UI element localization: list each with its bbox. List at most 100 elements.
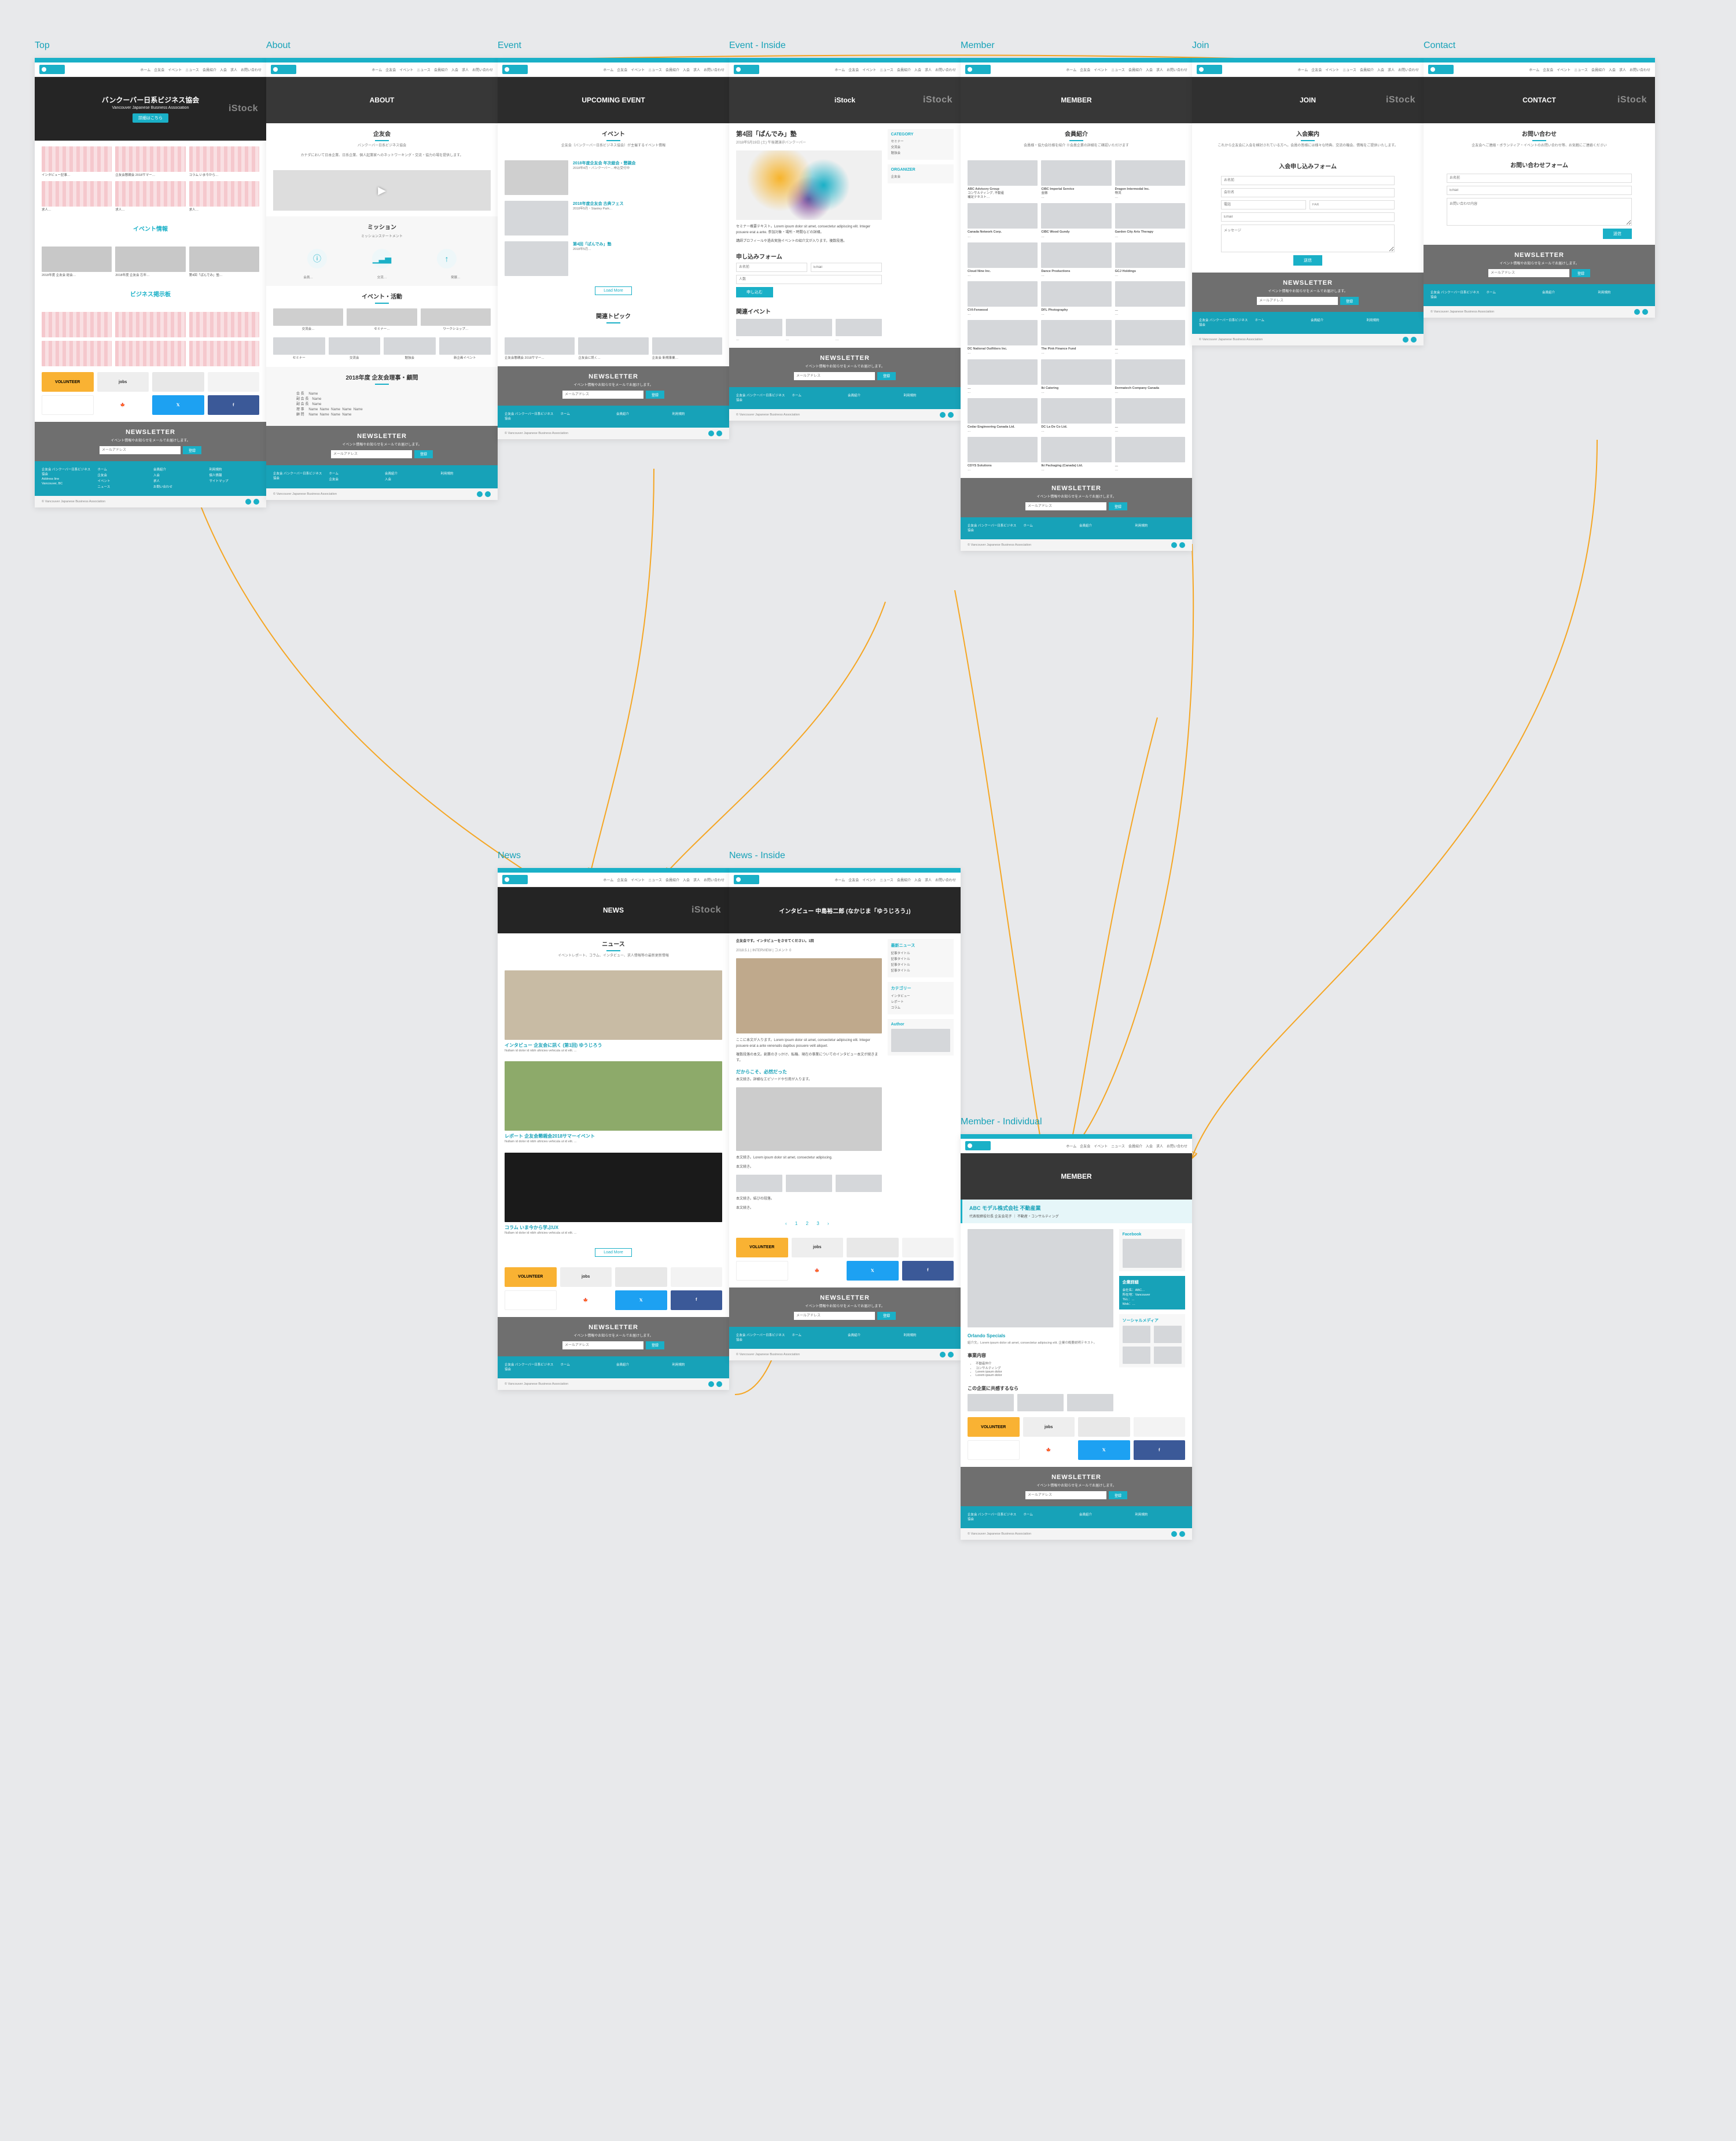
join-form: 入会申し込みフォーム 送信 — [1192, 154, 1424, 273]
load-more-button[interactable]: Load More — [505, 282, 722, 300]
event-card[interactable]: 2018年度 企友会 総会… — [42, 247, 112, 278]
label-top: Top — [35, 41, 50, 51]
join-message-input[interactable] — [1221, 225, 1395, 252]
event-title: 第4回「ぱんでみ」塾 — [736, 129, 882, 138]
join-company-input[interactable] — [1221, 188, 1395, 197]
contact-form: お問い合わせフォーム 送信 — [1424, 154, 1655, 245]
apply-submit-button[interactable]: 申し込む — [736, 287, 773, 297]
apply-email-input[interactable] — [811, 263, 882, 272]
contact-name-input[interactable] — [1447, 174, 1632, 183]
page-event: ホーム企友会イベントニュース会員紹介入会求人お問い合わせ UPCOMING EV… — [498, 58, 729, 439]
hero-title: バンクーバー日系ビジネス協会 — [102, 95, 199, 105]
badge-mix[interactable] — [208, 372, 260, 392]
sitemap-canvas: Top About Event Event - Inside Member Jo… — [35, 23, 1701, 2106]
badge-facebook[interactable]: f — [208, 395, 260, 415]
event-card[interactable]: 第4回「ぱんでみ」塾… — [189, 247, 259, 278]
footer-links: 企友会 バンクーバー日系ビジネス協会Address lineVancouver,… — [35, 461, 266, 496]
load-more-button[interactable]: Load More — [505, 1244, 722, 1261]
badge-volunteer[interactable]: VOLUNTEER — [42, 372, 94, 392]
article-image — [736, 958, 882, 1033]
label-event-inside: Event - Inside — [729, 41, 786, 51]
event-row[interactable]: 2018年度企友会 年次総会・懇親会2018年4月・バンクーバー…申込受付中 — [505, 160, 722, 195]
member-card[interactable]: Dragon Intermodal Inc.物流… — [1115, 160, 1185, 200]
topic-card[interactable]: 企友会懇親会 2018サマー… — [505, 337, 575, 360]
contact-message-input[interactable] — [1447, 198, 1632, 226]
hero-cta-button[interactable]: 詳細はこちら — [133, 113, 168, 123]
join-phone-input[interactable] — [1221, 200, 1306, 209]
label-about: About — [266, 41, 290, 51]
article-lead: 企友会です。インタビューをさせてください。1回 — [736, 939, 882, 945]
logo[interactable] — [271, 65, 296, 74]
join-phone2-input[interactable] — [1310, 200, 1395, 209]
page-top: ホーム企友会イベントニュース会員紹介入会求人お問い合わせ バンクーバー日系ビジネ… — [35, 58, 266, 507]
join-submit-button[interactable]: 送信 — [1293, 255, 1322, 266]
news-item[interactable]: レポート 企友会懇親会2018サマーイベント Nullam id dolor i… — [505, 1061, 722, 1144]
footer-bar: © Vancouver Japanese Business Associatio… — [35, 496, 266, 507]
badge-canada[interactable]: 🍁 — [97, 395, 149, 415]
pagination[interactable]: ‹ 1 2 3 › — [736, 1215, 882, 1232]
nav-menu[interactable]: ホーム企友会イベントニュース会員紹介入会求人お問い合わせ — [140, 67, 262, 72]
hero: バンクーバー日系ビジネス協会 Vancouver Japanese Busine… — [35, 77, 266, 141]
event-cards: 2018年度 企友会 総会… 2018年度 企友会 忘年… 第4回「ぱんでみ」塾… — [35, 241, 266, 284]
news-list: インタビュー 企友会に訊く (第1回) ゆうじろう Nullam id dolo… — [498, 965, 729, 1267]
event-row[interactable]: 第4回「ぱんでみ」塾2018年5月… — [505, 241, 722, 276]
top-nav[interactable]: ホーム企友会イベントニュース会員紹介入会求人お問い合わせ — [35, 62, 266, 77]
news-item[interactable]: インタビュー 企友会に訊く (第1回) ゆうじろう Nullam id dolo… — [505, 970, 722, 1053]
board: 2018年度 企友会理事・顧問 会 長 Name 副 会 長 Name 副 会 … — [266, 367, 498, 426]
growth-icon: ↑ — [437, 249, 457, 268]
about-head: 企友会 バンクーバー日系ビジネス協会 カナダにおいて日本企業、日系企業、個人起業… — [266, 123, 498, 164]
newsletter-submit-button[interactable]: 登録 — [183, 446, 201, 454]
accent-bar — [35, 58, 266, 62]
apply-name-input[interactable] — [736, 263, 807, 272]
side-category: CATEGORYセミナー交流会勉強会 — [888, 129, 954, 160]
section-event-header: イベント情報 — [35, 218, 266, 241]
member-card[interactable]: ABC Advisory Groupコンサルティング, 不動産補足テキスト… — [968, 160, 1038, 200]
join-email-input[interactable] — [1221, 212, 1395, 222]
member-card[interactable]: CIBC Imperial Service金融… — [1041, 160, 1111, 200]
mission: ミッション ミッションステートメント ⓘ ▁▃▅ ↑ 会員…交流…発展… — [266, 216, 498, 286]
social-icon[interactable] — [245, 499, 251, 505]
page-join: ホーム企友会イベントニュース会員紹介入会求人お問い合わせ JOIN 入会案内 こ… — [1192, 58, 1424, 345]
member-title-block: ABC モデル株式会社 不動産業 代表取締役社長 企友会花子 ｜ 不動産・コンサ… — [961, 1200, 1192, 1223]
page-about: ホーム企友会イベントニュース会員紹介入会求人お問い合わせ ABOUT 企友会 バ… — [266, 58, 498, 500]
nav-menu[interactable]: ホーム企友会イベントニュース会員紹介入会求人お問い合わせ — [603, 67, 724, 72]
label-news-inside: News - Inside — [729, 851, 785, 861]
topic-card[interactable]: 企友会に訊く… — [578, 337, 648, 360]
nav-menu[interactable]: ホーム企友会イベントニュース会員紹介入会求人お問い合わせ — [372, 67, 493, 72]
page-news-inside: ホーム企友会イベントニュース会員紹介入会求人お問い合わせ インタビュー 中島裕二… — [729, 868, 961, 1360]
page-contact: ホーム企友会イベントニュース会員紹介入会求人お問い合わせ CONTACT お問い… — [1424, 58, 1655, 318]
contact-submit-button[interactable]: 送信 — [1603, 229, 1632, 239]
event-card[interactable]: 2018年度 企友会 忘年… — [115, 247, 185, 278]
topic-card[interactable]: 企友会 新規事業… — [652, 337, 722, 360]
section-biz-header: ビジネス掲示板 — [35, 284, 266, 306]
badge-twitter[interactable]: 𝕏 — [152, 395, 204, 415]
event-row[interactable]: 2018年度企友会 古典フェス2018年5月・Stanley Park… — [505, 201, 722, 236]
page-event-inside: ホーム企友会イベントニュース会員紹介入会求人お問い合わせ iStock 第4回「… — [729, 58, 961, 421]
hero: ABOUT — [266, 77, 498, 123]
newsletter: NEWSLETTER イベント情報やお知らせをメールでお届けします。 登録 — [35, 422, 266, 461]
about-video[interactable] — [273, 170, 491, 211]
badge-mix[interactable] — [152, 372, 204, 392]
event-list: 2018年度企友会 年次総会・懇親会2018年4月・バンクーバー…申込受付中 2… — [498, 154, 729, 306]
apply-heading: 申し込みフォーム — [736, 252, 882, 260]
badge-logo[interactable] — [42, 395, 94, 415]
logo[interactable] — [502, 65, 528, 74]
newsletter-email-input[interactable] — [100, 446, 181, 454]
news-item[interactable]: コラム いま今から学ぶUX Nullam id dolor id nibh ul… — [505, 1153, 722, 1235]
newsletter-submit-button[interactable]: 登録 — [414, 450, 433, 458]
top-featured-grid: インタビュー記事… 企友会懇親会 2018サマー… コラム いま今から… 求人…… — [35, 141, 266, 218]
hero-subtitle: Vancouver Japanese Business Association — [102, 106, 199, 110]
social-icon[interactable] — [253, 499, 259, 505]
related-events-heading: 関連イベント — [736, 307, 882, 315]
info-icon: ⓘ — [307, 249, 327, 268]
contact-email-input[interactable] — [1447, 186, 1632, 195]
apply-extra-input[interactable] — [736, 275, 882, 284]
newsletter-email-input[interactable] — [331, 450, 412, 458]
page-member-individual: ホーム企友会イベントニュース会員紹介入会求人お問い合わせ MEMBER ABC … — [961, 1134, 1192, 1540]
logo[interactable] — [39, 65, 65, 74]
join-name-input[interactable] — [1221, 176, 1395, 185]
chart-icon: ▁▃▅ — [372, 249, 392, 268]
page-member: ホーム企友会イベントニュース会員紹介入会求人お問い合わせ MEMBER 会員紹介… — [961, 58, 1192, 551]
event-image — [736, 150, 882, 220]
badge-jobs[interactable]: jobs — [97, 372, 149, 392]
